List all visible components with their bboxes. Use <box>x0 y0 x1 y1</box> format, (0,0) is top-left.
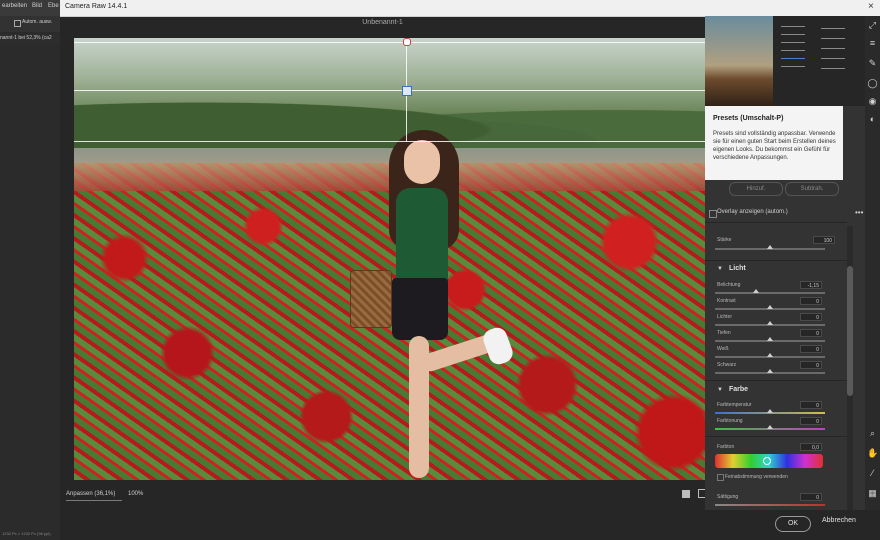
photoshop-options-bar: Autom. ausw. <box>0 16 60 32</box>
tool-strip: ⤢ ≡ ✎ ◯ ◉ ◐ ⌕ ✋ ⁄ ▦ <box>865 16 880 510</box>
presets-icon[interactable]: ◐ <box>867 114 878 125</box>
expand-icon[interactable]: ⤢ <box>867 20 878 31</box>
edit-icon[interactable]: ≡ <box>867 38 878 49</box>
subtract-mask-button[interactable]: Subtrah. <box>785 182 839 196</box>
whites-label: Weiß <box>717 346 729 352</box>
dialog-footer: OK Abbrechen <box>60 510 880 540</box>
temperature-label: Farbtemperatur <box>717 402 752 408</box>
hue-label: Farbton <box>717 444 735 450</box>
chevron-down-icon[interactable]: ▼ <box>717 387 723 393</box>
window-title: Camera Raw 14.4.1 <box>65 3 128 10</box>
shadows-slider-thumb[interactable] <box>767 337 773 341</box>
photo-woman-skirt <box>392 278 448 340</box>
auto-select-checkbox[interactable] <box>14 20 21 27</box>
photo-woman-face <box>404 140 440 184</box>
add-mask-button[interactable]: Hinzuf. <box>729 182 783 196</box>
edit-panel: Presets (Umschalt-P) Presets sind vollst… <box>705 16 865 510</box>
brush-icon[interactable]: ✎ <box>867 58 878 69</box>
panel-scrollbar-thumb[interactable] <box>847 266 853 396</box>
contrast-label: Kontrast <box>717 298 736 304</box>
grid-icon[interactable]: ▦ <box>867 488 878 499</box>
tooltip-body: Presets sind vollständig anpassbar. Verw… <box>713 131 836 161</box>
highlights-value[interactable]: 0 <box>800 313 822 321</box>
preset-preview-list <box>773 16 865 106</box>
window-titlebar[interactable]: Camera Raw 14.4.1 × <box>60 0 880 17</box>
photo-wicker-bag <box>350 270 392 328</box>
document-tab-label: nannt-1 bei 52,3% (ca2 <box>0 35 52 41</box>
panel-divider <box>705 222 847 223</box>
fine-adjust-checkbox[interactable] <box>717 474 724 481</box>
close-icon[interactable]: × <box>868 1 874 12</box>
blacks-value[interactable]: 0 <box>800 361 822 369</box>
gradient-line-center[interactable] <box>74 90 705 91</box>
image-canvas[interactable] <box>74 38 705 480</box>
zoom-menu-underline <box>66 500 122 501</box>
saturation-value[interactable]: 0 <box>800 493 822 501</box>
hue-value[interactable]: 0,0 <box>800 443 822 451</box>
saturation-label: Sättigung <box>717 494 739 500</box>
zoom-100-button[interactable]: 100% <box>128 491 143 497</box>
menu-ebene[interactable]: Ebe <box>48 3 59 9</box>
light-section-title[interactable]: Licht <box>729 265 746 272</box>
section-divider <box>705 380 847 381</box>
gradient-pin[interactable] <box>402 86 412 96</box>
gradient-line-top[interactable] <box>74 42 705 43</box>
fine-adjust-label: Feinabstimmung verwenden <box>725 474 788 480</box>
more-options-icon[interactable]: ••• <box>855 208 863 217</box>
menu-bearbeiten[interactable]: earbeiten <box>2 3 27 9</box>
tint-value[interactable]: 0 <box>800 417 822 425</box>
gradient-rotate-handle[interactable] <box>403 38 411 46</box>
auto-select-label: Autom. ausw. <box>22 19 53 25</box>
highlights-label: Lichter <box>717 314 733 320</box>
hand-icon[interactable]: ✋ <box>867 448 878 459</box>
hue-slider-thumb[interactable] <box>763 457 771 465</box>
ok-button[interactable]: OK <box>775 516 811 532</box>
amount-slider-thumb[interactable] <box>767 245 773 249</box>
highlights-slider-thumb[interactable] <box>767 321 773 325</box>
exposure-slider-track[interactable] <box>715 292 825 294</box>
zoom-fit-dropdown[interactable]: Anpassen (36,1%) <box>66 491 115 497</box>
blacks-label: Schwarz <box>717 362 737 368</box>
gradient-line-bottom[interactable] <box>74 141 705 142</box>
camera-raw-window: Camera Raw 14.4.1 × Unbenannt-1 Anpassen… <box>60 0 880 540</box>
chevron-down-icon[interactable]: ▼ <box>717 266 723 272</box>
photoshop-document-tab[interactable]: nannt-1 bei 52,3% (ca2 <box>0 34 60 44</box>
exposure-slider-thumb[interactable] <box>753 289 759 293</box>
single-view-icon[interactable] <box>682 490 690 498</box>
whites-slider-thumb[interactable] <box>767 353 773 357</box>
redeye-icon[interactable]: ◉ <box>867 96 878 107</box>
exposure-label: Belichtung <box>717 282 741 288</box>
temperature-slider-thumb[interactable] <box>767 409 773 413</box>
tint-label: Farbtonung <box>717 418 743 424</box>
contrast-value[interactable]: 0 <box>800 297 822 305</box>
shadows-value[interactable]: 0 <box>800 329 822 337</box>
section-divider <box>705 436 847 437</box>
amount-value[interactable]: 100 <box>813 236 835 244</box>
show-overlay-checkbox[interactable] <box>709 210 717 218</box>
blacks-slider-thumb[interactable] <box>767 369 773 373</box>
amount-label: Stärke <box>717 237 732 243</box>
tint-slider-thumb[interactable] <box>767 425 773 429</box>
temperature-value[interactable]: 0 <box>800 401 822 409</box>
photoshop-status-bar: 1232 Px × 1232 Px (96 ppi) <box>0 528 60 540</box>
zoom-icon[interactable]: ⌕ <box>867 428 878 439</box>
sampler-icon[interactable]: ⁄ <box>867 468 878 479</box>
exposure-value[interactable]: -1,15 <box>800 281 822 289</box>
saturation-slider-track[interactable] <box>715 504 825 506</box>
masking-icon[interactable]: ◯ <box>867 78 878 89</box>
contrast-slider-thumb[interactable] <box>767 305 773 309</box>
cancel-button[interactable]: Abbrechen <box>822 517 856 524</box>
status-text: 1232 Px × 1232 Px (96 ppi) <box>2 531 51 536</box>
section-divider <box>705 260 847 261</box>
tooltip-title: Presets (Umschalt-P) <box>713 115 784 122</box>
preset-preview-thumbnail <box>705 16 773 106</box>
whites-value[interactable]: 0 <box>800 345 822 353</box>
show-overlay-label: Overlay anzeigen (autom.) <box>717 209 788 215</box>
presets-tooltip: Presets (Umschalt-P) Presets sind vollst… <box>705 106 843 180</box>
menu-bild[interactable]: Bild <box>32 3 42 9</box>
color-section-title[interactable]: Farbe <box>729 386 748 393</box>
document-title: Unbenannt-1 <box>362 19 403 26</box>
shadows-label: Tiefen <box>717 330 731 336</box>
